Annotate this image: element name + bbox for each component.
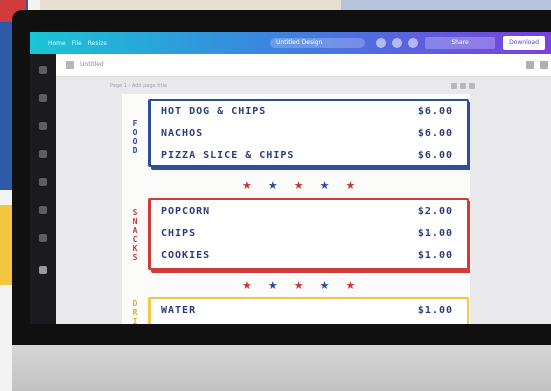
item-name: COOKIES (161, 250, 211, 261)
page-up-icon[interactable] (451, 83, 457, 89)
menu-home[interactable]: Home (48, 40, 66, 47)
item-name: HOT DOG & CHIPS (161, 106, 267, 117)
tab-letter: D (132, 299, 138, 308)
menu-box-snacks: POPCORN $2.00 CHIPS $1.00 COOKIES $1.00 (148, 198, 469, 270)
menu-section-snacks: S N A C K S POPCORN $2.00 CHIPS $1.00 CO… (126, 198, 469, 278)
editor-toolbar: Untitled (56, 54, 551, 77)
photos-icon[interactable] (39, 150, 47, 158)
item-price: $6.00 (417, 106, 453, 117)
menu-row: CHIPS $1.00 (161, 228, 453, 242)
star-icon: ★ (267, 279, 278, 292)
item-name: NACHOS (161, 128, 204, 139)
tab-letter: S (132, 208, 138, 217)
menu-box-drinks: WATER $1.00 (148, 297, 469, 324)
share-button[interactable]: Share (425, 37, 495, 49)
item-price: $6.00 (417, 128, 453, 139)
star-icon: ★ (267, 179, 278, 192)
tab-letter: R (132, 308, 138, 317)
menu-row: POPCORN $2.00 (161, 206, 453, 220)
star-icon: ★ (319, 179, 330, 192)
section-tab-food: F O O D (126, 107, 144, 167)
page-title-label[interactable]: Page 1 - Add page title (110, 83, 167, 89)
item-price: $2.00 (417, 206, 453, 217)
text-icon[interactable] (39, 178, 47, 186)
star-icon: ★ (345, 279, 356, 292)
tab-letter: O (132, 137, 138, 146)
templates-icon[interactable] (39, 66, 47, 74)
backdrop-top-right (341, 0, 551, 10)
editor-topbar: Home File Resize Untitled Design Share D… (30, 32, 551, 54)
add-user-icon[interactable] (392, 38, 402, 48)
duplicate-page-icon[interactable] (460, 83, 466, 89)
star-icon: ★ (293, 179, 304, 192)
top-menu: Home File Resize (48, 37, 107, 49)
tab-letter: N (132, 217, 138, 226)
tab-letter: C (132, 235, 138, 244)
item-price: $1.00 (417, 228, 453, 239)
toolbar-label: Untitled (80, 61, 104, 68)
tab-letter: F (132, 119, 138, 128)
star-icon: ★ (345, 179, 356, 192)
add-page-icon[interactable] (469, 83, 475, 89)
left-sidebar (30, 54, 56, 324)
star-divider-1: ★ ★ ★ ★ ★ (242, 180, 355, 192)
menu-row: PIZZA SLICE & CHIPS $6.00 (161, 150, 453, 164)
section-tab-drinks: D R I (126, 299, 144, 324)
editor-screen: Home File Resize Untitled Design Share D… (30, 32, 551, 324)
tab-letter: D (132, 146, 138, 155)
user-icon[interactable] (376, 38, 386, 48)
menu-section-drinks: D R I WATER $1.00 (126, 297, 469, 324)
menu-file[interactable]: File (72, 40, 82, 47)
star-icon: ★ (293, 279, 304, 292)
item-name: PIZZA SLICE & CHIPS (161, 150, 295, 161)
star-icon: ★ (242, 279, 252, 292)
audio-icon[interactable] (39, 234, 47, 242)
document-title[interactable]: Untitled Design (270, 38, 365, 48)
elements-icon[interactable] (39, 94, 47, 102)
position-icon[interactable] (526, 61, 534, 69)
star-divider-2: ★ ★ ★ ★ ★ (242, 280, 355, 292)
item-price: $6.00 (417, 150, 453, 161)
star-icon: ★ (242, 179, 252, 192)
page-icon[interactable] (66, 61, 74, 69)
menu-row: HOT DOG & CHIPS $6.00 (161, 106, 453, 120)
monitor-chin (12, 345, 551, 391)
uploads-icon[interactable] (39, 122, 47, 130)
tab-letter: A (132, 226, 138, 235)
tab-letter: K (132, 244, 138, 253)
menu-row: WATER $1.00 (161, 305, 453, 319)
download-button[interactable]: Download (503, 36, 545, 50)
design-canvas-page[interactable]: F O O D HOT DOG & CHIPS $6.00 NACHOS $6.… (122, 94, 470, 324)
item-price: $1.00 (417, 250, 453, 261)
menu-section-food: F O O D HOT DOG & CHIPS $6.00 NACHOS $6.… (126, 99, 469, 171)
styles-icon[interactable] (39, 206, 47, 214)
item-name: POPCORN (161, 206, 211, 217)
tab-letter: S (132, 253, 138, 262)
menu-box-food: HOT DOG & CHIPS $6.00 NACHOS $6.00 PIZZA… (148, 99, 469, 167)
menu-row: NACHOS $6.00 (161, 128, 453, 142)
star-icon: ★ (319, 279, 330, 292)
item-price: $1.00 (417, 305, 453, 316)
lock-icon[interactable] (540, 61, 548, 69)
chart-icon[interactable] (408, 38, 418, 48)
section-tab-snacks: S N A C K S (126, 198, 144, 272)
more-apps-icon[interactable] (39, 266, 47, 274)
item-name: WATER (161, 305, 197, 316)
menu-row: COOKIES $1.00 (161, 250, 453, 264)
tab-letter: I (132, 317, 138, 324)
item-name: CHIPS (161, 228, 197, 239)
tab-letter: O (132, 128, 138, 137)
menu-resize[interactable]: Resize (88, 40, 107, 47)
